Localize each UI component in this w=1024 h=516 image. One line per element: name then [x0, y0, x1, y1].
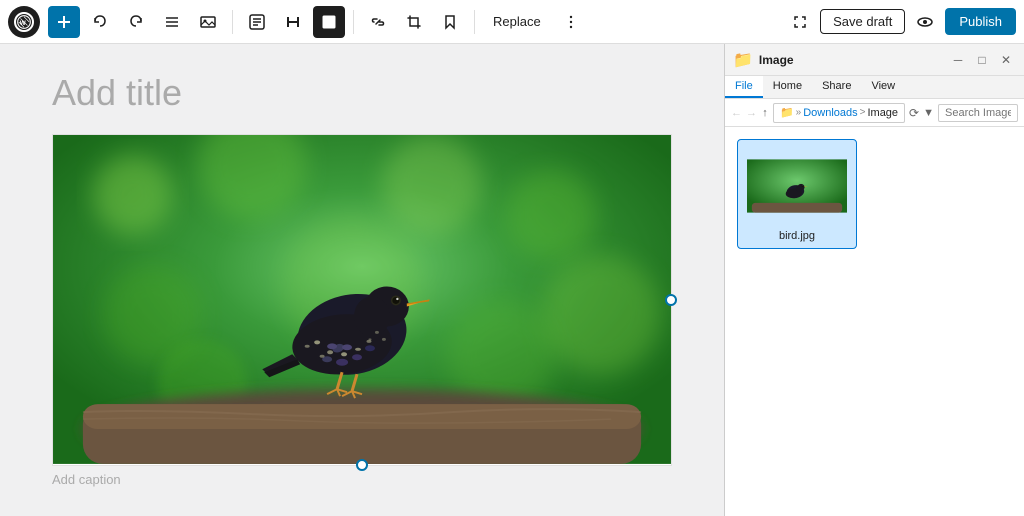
- breadcrumb-image[interactable]: Image: [867, 107, 898, 119]
- view-icon: [917, 14, 933, 30]
- undo-button[interactable]: [84, 6, 116, 38]
- breadcrumb-downloads[interactable]: Downloads: [803, 107, 857, 119]
- minimize-button[interactable]: ─: [948, 50, 968, 70]
- search-input[interactable]: [938, 104, 1018, 122]
- path-chevron-2: >: [860, 107, 866, 118]
- folder-breadcrumb-icon: 📁: [780, 106, 794, 119]
- editor-content: Add title: [52, 68, 672, 492]
- text-style-icon: [249, 14, 265, 30]
- bookmark-button[interactable]: [434, 6, 466, 38]
- ribbon-tab-share[interactable]: Share: [812, 76, 861, 98]
- nav-back-button[interactable]: ←: [731, 104, 742, 122]
- explorer-window-controls: ─ □ ✕: [948, 50, 1016, 70]
- main-area: Add title: [0, 44, 1024, 516]
- undo-icon: [92, 14, 108, 30]
- image-block[interactable]: [52, 134, 672, 466]
- resize-handle-right[interactable]: [665, 294, 677, 306]
- crop-icon: [406, 14, 422, 30]
- toolbar-divider-2: [353, 10, 354, 34]
- list-view-button[interactable]: [156, 6, 188, 38]
- file-name-bird: bird.jpg: [779, 230, 815, 242]
- toolbar-divider-3: [474, 10, 475, 34]
- svg-text:W: W: [20, 19, 26, 26]
- refresh-button[interactable]: ⟳: [909, 104, 919, 122]
- replace-button[interactable]: Replace: [483, 10, 551, 33]
- maximize-button[interactable]: □: [972, 50, 992, 70]
- editor-area: Add title: [0, 44, 724, 516]
- redo-icon: [128, 14, 144, 30]
- bird-image-svg: [53, 135, 671, 464]
- bookmark-icon: [442, 14, 458, 30]
- resize-handle-bottom[interactable]: [356, 459, 368, 471]
- explorer-ribbon: File Home Share View: [725, 76, 1024, 99]
- address-expand-button[interactable]: ▼: [923, 104, 934, 122]
- explorer-title: Image: [759, 53, 942, 67]
- main-toolbar: W: [0, 0, 1024, 44]
- file-explorer-panel: 📁 Image ─ □ ✕ File Home Share View ← → ↑…: [724, 44, 1024, 516]
- explorer-address-bar: ← → ↑ 📁 » Downloads > Image ⟳ ▼: [725, 99, 1024, 127]
- more-icon: [563, 14, 579, 30]
- nav-up-button[interactable]: ↑: [761, 104, 769, 122]
- block-type-button[interactable]: [313, 6, 345, 38]
- heading-icon: [285, 14, 301, 30]
- path-chevron-1: »: [796, 107, 802, 118]
- explorer-title-bar: 📁 Image ─ □ ✕: [725, 44, 1024, 76]
- text-style-button[interactable]: [241, 6, 273, 38]
- file-item-bird[interactable]: bird.jpg: [737, 139, 857, 249]
- plus-icon: [56, 14, 72, 30]
- wp-logo[interactable]: W: [8, 6, 40, 38]
- bird-image-container: [53, 135, 671, 465]
- link-button[interactable]: [362, 6, 394, 38]
- ribbon-tab-file[interactable]: File: [725, 76, 763, 98]
- toolbar-divider-1: [232, 10, 233, 34]
- link-icon: [370, 14, 386, 30]
- save-draft-button[interactable]: Save draft: [820, 9, 905, 34]
- ribbon-tab-view[interactable]: View: [861, 76, 905, 98]
- folder-icon: 📁: [733, 50, 753, 70]
- image-icon: [200, 14, 216, 30]
- crop-button[interactable]: [398, 6, 430, 38]
- explorer-files-grid: bird.jpg: [725, 127, 1024, 516]
- publish-button[interactable]: Publish: [945, 8, 1016, 35]
- view-button[interactable]: [909, 6, 941, 38]
- distraction-free-icon: [792, 14, 808, 30]
- list-view-icon: [164, 14, 180, 30]
- add-block-button[interactable]: [48, 6, 80, 38]
- redo-button[interactable]: [120, 6, 152, 38]
- heading-button[interactable]: [277, 6, 309, 38]
- close-button[interactable]: ✕: [996, 50, 1016, 70]
- more-options-button[interactable]: [555, 6, 587, 38]
- file-thumbnail-bird: [747, 146, 847, 226]
- insert-image-button[interactable]: [192, 6, 224, 38]
- nav-forward-button[interactable]: →: [746, 104, 757, 122]
- wp-logo-icon: W: [17, 15, 31, 29]
- ribbon-tab-home[interactable]: Home: [763, 76, 812, 98]
- distraction-free-button[interactable]: [784, 6, 816, 38]
- address-path[interactable]: 📁 » Downloads > Image: [773, 103, 905, 123]
- post-title[interactable]: Add title: [52, 68, 672, 118]
- block-type-icon: [321, 14, 337, 30]
